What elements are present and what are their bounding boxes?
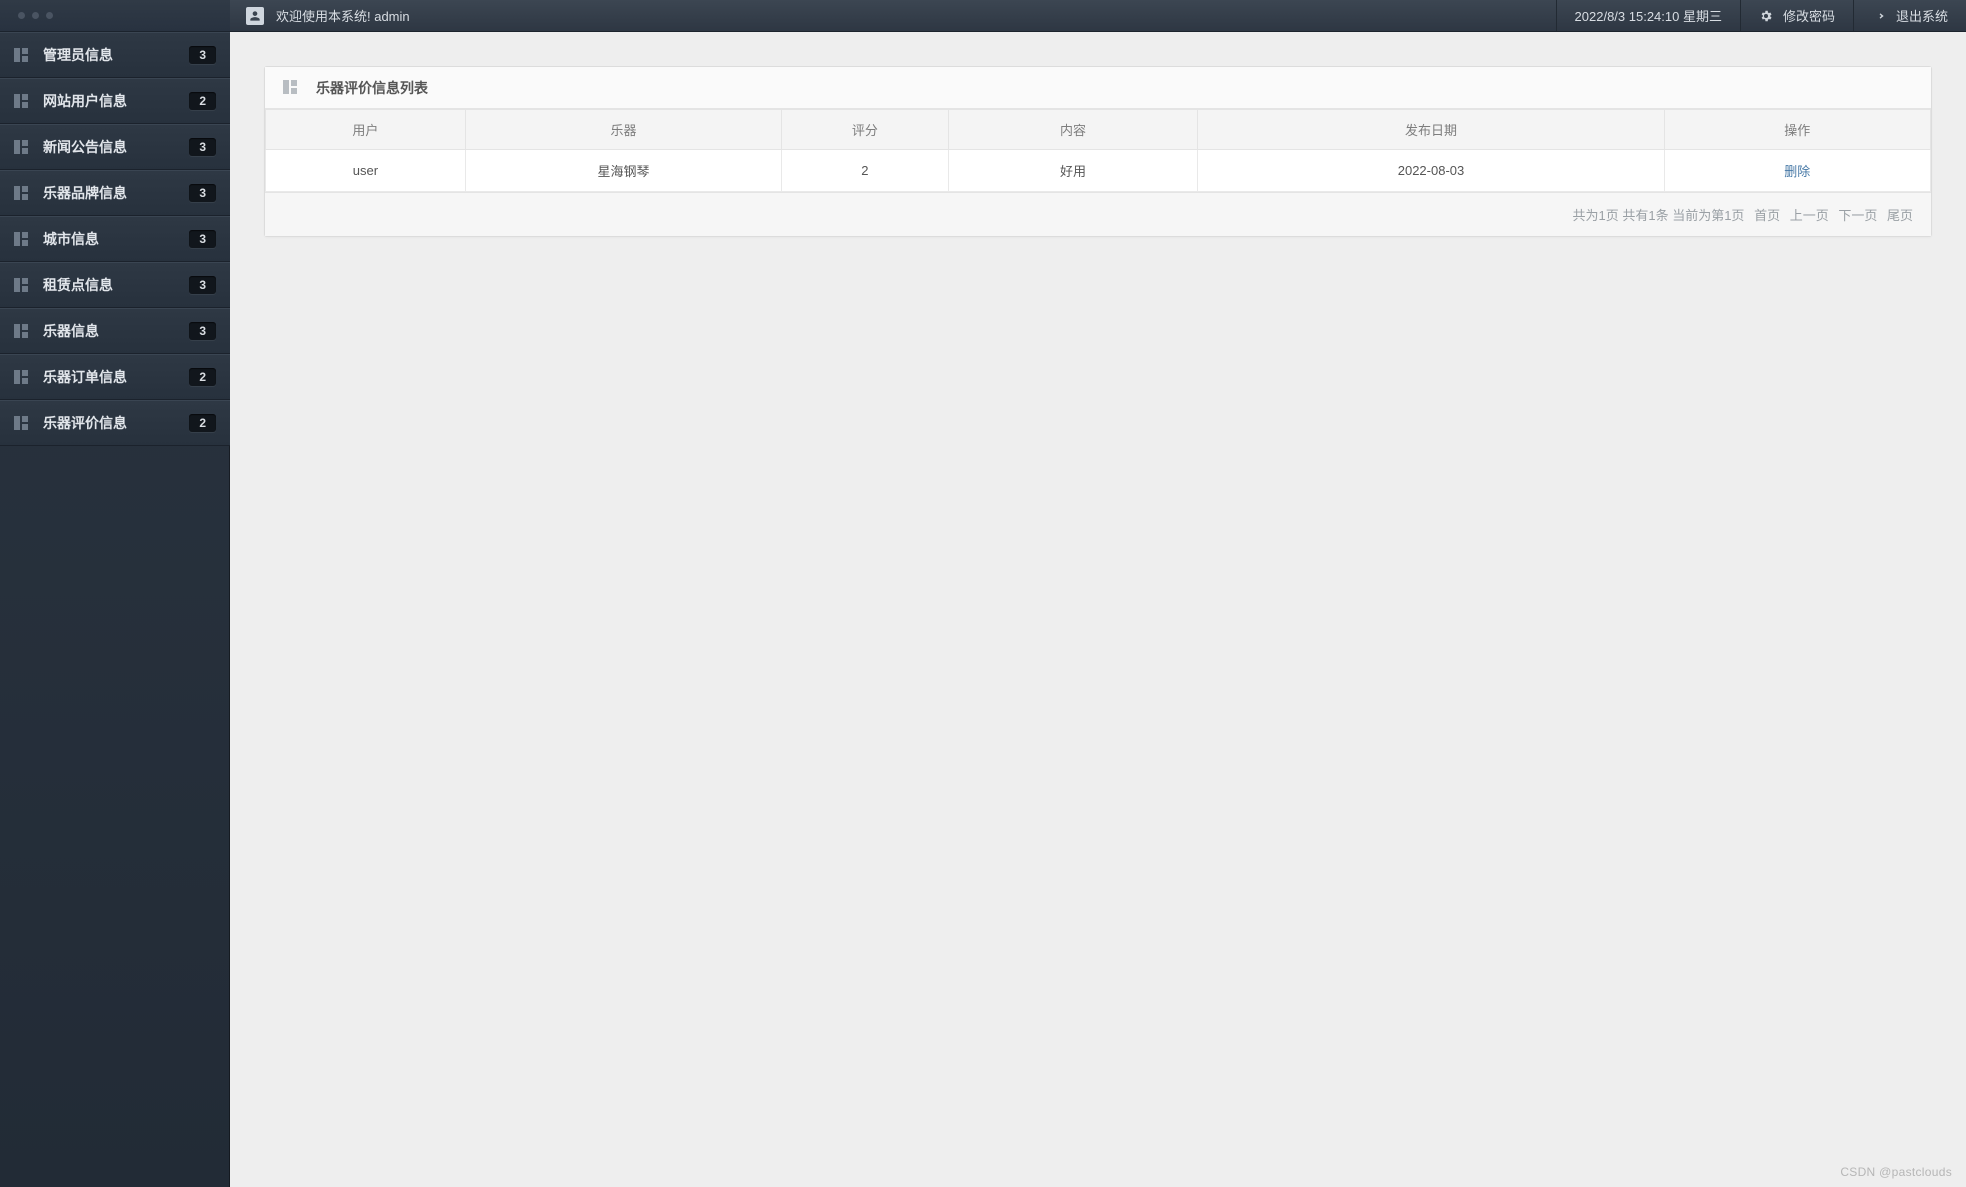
app-shell: 管理员信息 3 网站用户信息 2 新闻公告信息 3 乐器品牌信息 3 城市信息 xyxy=(0,0,1966,1187)
sidebar-item-badge: 3 xyxy=(189,184,216,202)
sidebar-item-badge: 3 xyxy=(189,276,216,294)
col-action[interactable]: 操作 xyxy=(1664,110,1930,150)
sidebar-item-instrument-info[interactable]: 乐器信息 3 xyxy=(0,308,230,354)
sidebar-logo xyxy=(0,0,230,32)
table-body: user 星海钢琴 2 好用 2022-08-03 删除 xyxy=(266,150,1931,192)
datetime-cell: 2022/8/3 15:24:10 星期三 xyxy=(1556,0,1740,31)
sidebar-item-label: 城市信息 xyxy=(43,229,99,249)
topbar: 欢迎使用本系统! admin 2022/8/3 15:24:10 星期三 修改密… xyxy=(230,0,1966,32)
main: 欢迎使用本系统! admin 2022/8/3 15:24:10 星期三 修改密… xyxy=(230,0,1966,1187)
sidebar-item-label: 管理员信息 xyxy=(43,45,113,65)
table-row: user 星海钢琴 2 好用 2022-08-03 删除 xyxy=(266,150,1931,192)
sidebar-item-badge: 3 xyxy=(189,138,216,156)
welcome: 欢迎使用本系统! admin xyxy=(230,0,426,31)
cell-user: user xyxy=(266,150,466,192)
page-prev[interactable]: 上一页 xyxy=(1790,205,1829,224)
grid-icon xyxy=(14,186,29,201)
dot-icon xyxy=(18,12,25,19)
logout-icon xyxy=(1872,9,1886,23)
change-password-button[interactable]: 修改密码 xyxy=(1740,0,1853,31)
delete-link[interactable]: 删除 xyxy=(1784,164,1810,179)
sidebar-item-label: 乐器评价信息 xyxy=(43,413,127,433)
sidebar-item-badge: 3 xyxy=(189,230,216,248)
page-first[interactable]: 首页 xyxy=(1754,205,1780,224)
sidebar-item-order-info[interactable]: 乐器订单信息 2 xyxy=(0,354,230,400)
panel-title: 乐器评价信息列表 xyxy=(316,78,428,98)
cell-instrument: 星海钢琴 xyxy=(465,150,781,192)
dot-icon xyxy=(46,12,53,19)
grid-icon xyxy=(14,278,29,293)
sidebar-item-badge: 2 xyxy=(189,414,216,432)
datetime-text: 2022/8/3 15:24:10 星期三 xyxy=(1575,6,1722,25)
sidebar-item-rental-point-info[interactable]: 租赁点信息 3 xyxy=(0,262,230,308)
gear-icon xyxy=(1759,9,1773,23)
col-score[interactable]: 评分 xyxy=(782,110,949,150)
dot-icon xyxy=(32,12,39,19)
cell-content: 好用 xyxy=(948,150,1198,192)
sidebar-item-label: 乐器订单信息 xyxy=(43,367,127,387)
sidebar: 管理员信息 3 网站用户信息 2 新闻公告信息 3 乐器品牌信息 3 城市信息 xyxy=(0,0,230,1187)
sidebar-item-label: 乐器信息 xyxy=(43,321,99,341)
change-password-label: 修改密码 xyxy=(1783,6,1835,25)
sidebar-item-badge: 2 xyxy=(189,92,216,110)
sidebar-item-brand-info[interactable]: 乐器品牌信息 3 xyxy=(0,170,230,216)
cell-score: 2 xyxy=(782,150,949,192)
panel-foot: 共为1页 共有1条 当前为第1页 首页 上一页 下一页 尾页 xyxy=(265,192,1931,236)
sidebar-item-review-info[interactable]: 乐器评价信息 2 xyxy=(0,400,230,446)
welcome-text: 欢迎使用本系统! admin xyxy=(276,6,410,25)
sidebar-nav: 管理员信息 3 网站用户信息 2 新闻公告信息 3 乐器品牌信息 3 城市信息 xyxy=(0,32,230,446)
sidebar-item-label: 新闻公告信息 xyxy=(43,137,127,157)
grid-icon xyxy=(14,94,29,109)
sidebar-item-city-info[interactable]: 城市信息 3 xyxy=(0,216,230,262)
logout-button[interactable]: 退出系统 xyxy=(1853,0,1966,31)
user-icon xyxy=(246,7,264,25)
grid-icon xyxy=(14,324,29,339)
grid-icon xyxy=(14,232,29,247)
review-table: 用户 乐器 评分 内容 发布日期 操作 user 星海钢琴 2 xyxy=(265,109,1931,192)
table-head: 用户 乐器 评分 内容 发布日期 操作 xyxy=(266,110,1931,150)
col-content[interactable]: 内容 xyxy=(948,110,1198,150)
review-list-panel: 乐器评价信息列表 用户 乐器 评分 内容 发布日期 操作 xyxy=(264,66,1932,237)
grid-icon xyxy=(14,140,29,155)
col-user[interactable]: 用户 xyxy=(266,110,466,150)
sidebar-item-news-info[interactable]: 新闻公告信息 3 xyxy=(0,124,230,170)
col-publish-date[interactable]: 发布日期 xyxy=(1198,110,1664,150)
sidebar-item-badge: 2 xyxy=(189,368,216,386)
grid-icon xyxy=(283,80,298,95)
sidebar-item-site-user-info[interactable]: 网站用户信息 2 xyxy=(0,78,230,124)
sidebar-item-label: 租赁点信息 xyxy=(43,275,113,295)
sidebar-item-badge: 3 xyxy=(189,46,216,64)
sidebar-item-label: 网站用户信息 xyxy=(43,91,127,111)
grid-icon xyxy=(14,416,29,431)
pagination-summary: 共为1页 共有1条 当前为第1页 xyxy=(1573,208,1745,223)
content: 乐器评价信息列表 用户 乐器 评分 内容 发布日期 操作 xyxy=(230,32,1966,1187)
page-last[interactable]: 尾页 xyxy=(1887,205,1913,224)
page-next[interactable]: 下一页 xyxy=(1838,205,1877,224)
panel-head: 乐器评价信息列表 xyxy=(265,67,1931,109)
sidebar-item-admin-info[interactable]: 管理员信息 3 xyxy=(0,32,230,78)
cell-action: 删除 xyxy=(1664,150,1930,192)
cell-publish-date: 2022-08-03 xyxy=(1198,150,1664,192)
sidebar-item-label: 乐器品牌信息 xyxy=(43,183,127,203)
sidebar-item-badge: 3 xyxy=(189,322,216,340)
spacer xyxy=(426,0,1556,31)
grid-icon xyxy=(14,48,29,63)
col-instrument[interactable]: 乐器 xyxy=(465,110,781,150)
grid-icon xyxy=(14,370,29,385)
logout-label: 退出系统 xyxy=(1896,6,1948,25)
